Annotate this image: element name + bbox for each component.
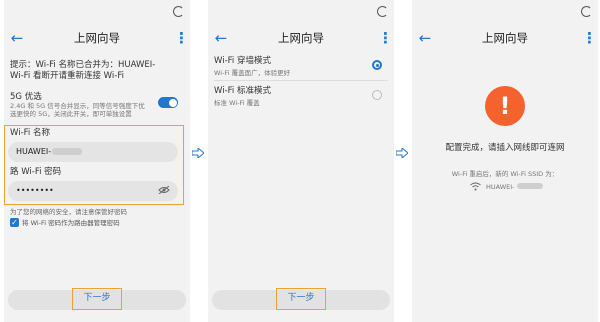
more-menu-icon[interactable]: ⋮ — [582, 28, 597, 48]
wifi-name-value: HUAWEI- — [16, 147, 52, 156]
page-title: 上网向导 — [74, 31, 120, 45]
page-title: 上网向导 — [482, 31, 528, 45]
redacted-ssid-suffix — [517, 183, 543, 189]
wifi-password-input[interactable]: •••••••• — [8, 181, 178, 201]
admin-password-checkbox[interactable]: ✓ — [10, 218, 19, 227]
next-button[interactable]: 下一步 — [72, 288, 122, 310]
wifi-name-label: Wi-Fi 名称 — [10, 128, 50, 138]
mode2-desc: 标准 Wi-Fi 覆盖 — [214, 99, 260, 107]
mode1-title: Wi-Fi 穿墙模式 — [214, 56, 271, 66]
status-bar — [208, 0, 394, 22]
refresh-icon[interactable] — [377, 6, 388, 17]
screen-wifi-settings: ← 上网向导 ⋮ 提示：Wi-Fi 名称已合并为：HUAWEI- Wi-Fi 看… — [4, 0, 190, 322]
divider — [214, 80, 388, 81]
mode1-radio-selected[interactable] — [372, 60, 382, 70]
wifi-name-input[interactable]: HUAWEI- — [8, 142, 178, 162]
merge-hint-line1: 提示：Wi-Fi 名称已合并为：HUAWEI- — [10, 60, 156, 70]
app-bar: ← 上网向导 ⋮ — [4, 25, 190, 53]
ssid-value: HUAWEI- — [486, 183, 515, 191]
completion-message: 配置完成，请插入网线即可连网 — [445, 143, 565, 153]
priority-5g-desc-line1: 2.4G 和 5G 信号合并显示，同等信号强度下优 — [10, 102, 145, 110]
refresh-icon[interactable] — [173, 6, 184, 17]
priority-5g-toggle[interactable] — [158, 97, 178, 108]
more-menu-icon[interactable]: ⋮ — [174, 28, 189, 48]
page-title: 上网向导 — [278, 31, 324, 45]
security-note: 为了您的网络的安全，请注意保管好密码 — [10, 208, 127, 216]
priority-5g-desc-line2: 选更快的 5G，关闭此开关，即可单独设置 — [10, 110, 132, 118]
status-bar — [4, 0, 190, 22]
refresh-icon[interactable] — [581, 6, 592, 17]
ssid-restart-note: Wi-Fi 重启后，新的 Wi-Fi SSID 为： — [451, 170, 559, 178]
wifi-icon — [470, 182, 481, 191]
flow-arrow-icon — [192, 148, 204, 158]
status-bar — [412, 0, 598, 22]
next-button-track: 下一步 — [8, 288, 186, 310]
next-button[interactable]: 下一步 — [276, 288, 326, 310]
warning-exclamation-icon: ! — [485, 86, 525, 126]
flow-arrow-icon — [396, 148, 408, 158]
mode2-radio[interactable] — [372, 90, 382, 100]
next-button-track: 下一步 — [212, 288, 390, 310]
redacted-name-suffix — [52, 148, 83, 155]
wifi-password-label: 路 Wi-Fi 密码 — [10, 167, 62, 177]
more-menu-icon[interactable]: ⋮ — [378, 28, 393, 48]
merge-hint-line2: Wi-Fi 看断开请重新连接 Wi-Fi — [10, 71, 124, 81]
mode1-desc: Wi-Fi 覆盖面广，体验更好 — [214, 69, 291, 77]
screen-complete: ← 上网向导 ⋮ ! 配置完成，请插入网线即可连网 Wi-Fi 重启后，新的 W… — [412, 0, 598, 322]
hide-password-icon[interactable] — [158, 186, 170, 194]
wifi-password-value: •••••••• — [16, 186, 54, 195]
app-bar: ← 上网向导 ⋮ — [412, 25, 598, 53]
mode2-title: Wi-Fi 标准模式 — [214, 86, 271, 96]
app-bar: ← 上网向导 ⋮ — [208, 25, 394, 53]
admin-password-checkbox-label: 将 Wi-Fi 密码作为路由器管理密码 — [22, 219, 120, 227]
screen-wifi-mode: ← 上网向导 ⋮ Wi-Fi 穿墙模式 Wi-Fi 覆盖面广，体验更好 Wi-F… — [208, 0, 394, 322]
